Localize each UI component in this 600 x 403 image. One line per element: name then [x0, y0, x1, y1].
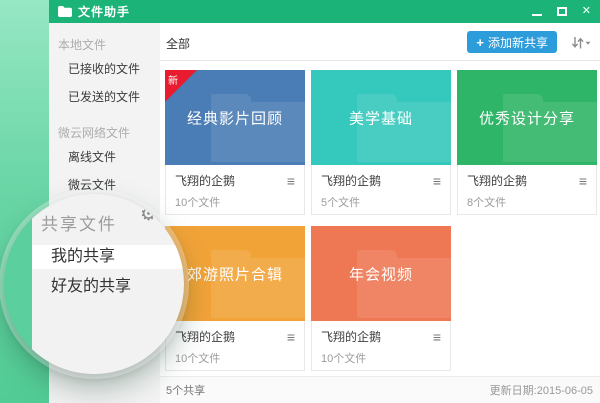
share-owner: 飞翔的企鹅 — [321, 328, 381, 345]
share-file-count: 5个文件 — [321, 194, 441, 210]
share-card-cover: 优秀设计分享 — [457, 70, 597, 165]
titlebar: 文件助手 ✕ — [49, 0, 600, 23]
window-controls: ✕ — [532, 6, 591, 17]
share-card[interactable]: 年会视频 飞翔的企鹅 ≡ 10个文件 — [311, 226, 451, 371]
sidebar-section-items: 已接收的文件 已发送的文件 — [49, 55, 160, 111]
share-count-text: 5个共享 — [166, 382, 205, 398]
magnified-sidebar-panel: 共享文件 ⚙ 我的共享 好友的共享 — [32, 194, 184, 374]
share-card-info: 飞翔的企鹅 ≡ 10个文件 — [311, 321, 451, 371]
share-card[interactable]: 新 经典影片回顾 飞翔的企鹅 ≡ 10个文件 — [165, 70, 305, 215]
sidebar-item[interactable]: 离线文件 — [68, 143, 160, 171]
sidebar-section-title: 微云网络文件 — [58, 123, 160, 143]
hamburger-menu-icon[interactable]: ≡ — [287, 174, 295, 188]
share-card-info: 飞翔的企鹅 ≡ 8个文件 — [457, 165, 597, 215]
share-card[interactable]: 优秀设计分享 飞翔的企鹅 ≡ 8个文件 — [457, 70, 597, 215]
share-owner: 飞翔的企鹅 — [175, 328, 235, 345]
share-file-count: 10个文件 — [175, 350, 295, 366]
share-file-count: 10个文件 — [321, 350, 441, 366]
sidebar-section-title: 本地文件 — [58, 35, 160, 55]
share-card-grid: 新 经典影片回顾 飞翔的企鹅 ≡ 10个文件 美学基础 飞翔的企鹅 ≡ 5个文件 — [165, 62, 597, 371]
sidebar-item[interactable]: 已发送的文件 — [68, 83, 160, 111]
app-screenshot: 文件助手 ✕ 本地文件 已接收的文件 已发送的文件 微云网络文件 离线文件 微云… — [0, 0, 600, 403]
share-title: 年会视频 — [311, 263, 451, 284]
sort-button[interactable] — [570, 36, 592, 50]
app-title: 文件助手 — [78, 3, 130, 20]
sidebar-section: 本地文件 已接收的文件 已发送的文件 — [49, 35, 160, 111]
share-card-cover: 美学基础 — [311, 70, 451, 165]
share-card-info: 飞翔的企鹅 ≡ 10个文件 — [165, 165, 305, 215]
plus-icon: + — [476, 35, 484, 50]
share-card-cover: 新 经典影片回顾 — [165, 70, 305, 165]
magnifier-menu-item[interactable]: 好友的共享 — [32, 275, 184, 299]
magnifier-circle: 共享文件 ⚙ 我的共享 好友的共享 — [4, 194, 184, 374]
share-owner: 飞翔的企鹅 — [321, 172, 381, 189]
filter-all-tab[interactable]: 全部 — [166, 35, 190, 52]
close-button[interactable]: ✕ — [582, 6, 591, 17]
share-card[interactable]: 美学基础 飞翔的企鹅 ≡ 5个文件 — [311, 70, 451, 215]
folder-icon — [58, 6, 72, 17]
hamburger-menu-icon[interactable]: ≡ — [579, 174, 587, 188]
share-title: 美学基础 — [311, 107, 451, 128]
hamburger-menu-icon[interactable]: ≡ — [433, 330, 441, 344]
sort-arrows-icon — [570, 36, 592, 50]
hamburger-menu-icon[interactable]: ≡ — [287, 330, 295, 344]
share-card-cover: 郊游照片合辑 — [165, 226, 305, 321]
magnified-background-strip — [4, 194, 32, 374]
sidebar-item[interactable]: 已接收的文件 — [68, 55, 160, 83]
sidebar-section: 微云网络文件 离线文件 微云文件 — [49, 123, 160, 199]
shared-files-section-title: 共享文件 — [41, 210, 117, 235]
share-title: 郊游照片合辑 — [165, 263, 305, 284]
sidebar-section-items: 离线文件 微云文件 — [49, 143, 160, 199]
maximize-button[interactable] — [557, 7, 567, 16]
share-card[interactable]: 郊游照片合辑 飞翔的企鹅 ≡ 10个文件 — [165, 226, 305, 371]
new-badge-label: 新 — [168, 72, 178, 87]
share-owner: 飞翔的企鹅 — [467, 172, 527, 189]
gear-icon[interactable]: ⚙ — [140, 205, 157, 224]
share-title: 经典影片回顾 — [165, 107, 305, 128]
minimize-button[interactable] — [532, 8, 542, 16]
magnifier-menu-item[interactable]: 我的共享 — [32, 245, 184, 269]
share-card-cover: 年会视频 — [311, 226, 451, 321]
share-owner: 飞翔的企鹅 — [175, 172, 235, 189]
update-date-text: 更新日期:2015-06-05 — [490, 382, 593, 398]
main-header: 全部 + 添加新共享 — [160, 23, 600, 61]
add-share-label: 添加新共享 — [488, 34, 548, 51]
share-card-info: 飞翔的企鹅 ≡ 5个文件 — [311, 165, 451, 215]
sidebar-sections: 本地文件 已接收的文件 已发送的文件 微云网络文件 离线文件 微云文件 — [49, 35, 160, 199]
share-file-count: 8个文件 — [467, 194, 587, 210]
hamburger-menu-icon[interactable]: ≡ — [433, 174, 441, 188]
share-card-info: 飞翔的企鹅 ≡ 10个文件 — [165, 321, 305, 371]
share-title: 优秀设计分享 — [457, 107, 597, 128]
main-panel: 全部 + 添加新共享 新 经典影片回顾 — [160, 23, 600, 403]
statusbar: 5个共享 更新日期:2015-06-05 — [160, 376, 600, 403]
add-share-button[interactable]: + 添加新共享 — [467, 31, 557, 53]
share-file-count: 10个文件 — [175, 194, 295, 210]
